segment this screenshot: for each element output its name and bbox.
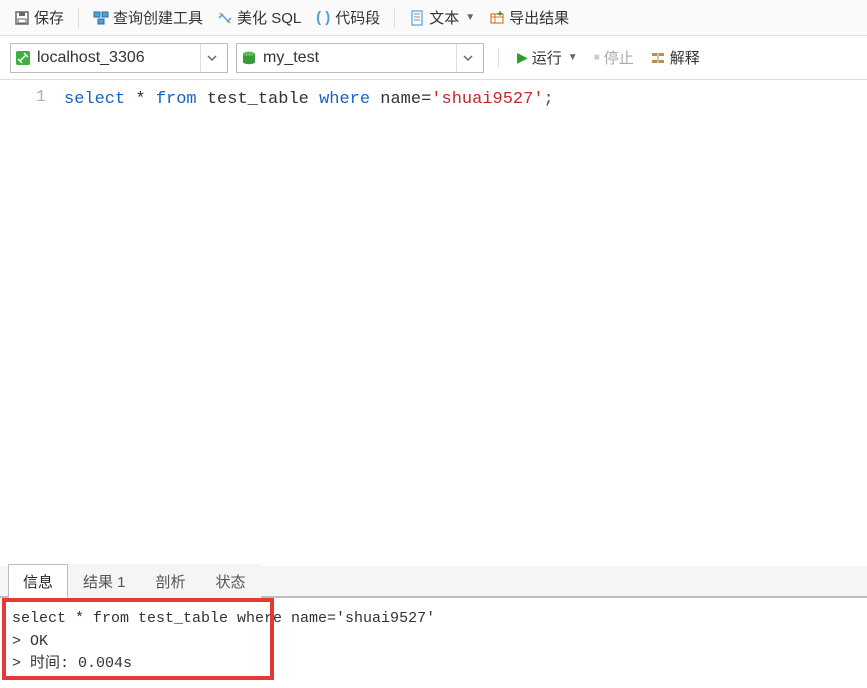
explain-icon	[650, 50, 666, 66]
separator	[78, 8, 79, 28]
save-label: 保存	[34, 7, 64, 28]
database-select[interactable]: my_test	[236, 43, 484, 73]
result-tabs: 信息 结果 1 剖析 状态	[0, 566, 867, 598]
code-content[interactable]: select * from test_table where name='shu…	[60, 80, 867, 566]
export-icon	[489, 10, 505, 26]
tab-result[interactable]: 结果 1	[68, 564, 141, 598]
stop-icon: ■	[594, 52, 600, 63]
beautify-sql-button[interactable]: 美化 SQL	[211, 4, 307, 31]
export-button[interactable]: 导出结果	[483, 4, 575, 31]
string-literal: 'shuai9527'	[431, 90, 543, 109]
stop-button: ■ 停止	[590, 44, 638, 71]
connection-value: localhost_3306	[37, 49, 194, 67]
connection-icon	[15, 50, 31, 66]
snippet-button[interactable]: ( ) 代码段	[309, 4, 386, 31]
run-button[interactable]: ▶ 运行 ▼	[513, 44, 582, 71]
database-icon	[241, 50, 257, 66]
connection-toolbar: localhost_3306 my_test ▶ 运行 ▼ ■ 停止 解释	[0, 36, 867, 80]
export-label: 导出结果	[509, 7, 569, 28]
separator	[394, 8, 395, 28]
output-pane: select * from test_table where name='shu…	[0, 598, 867, 688]
dropdown-caret-icon: ▼	[568, 52, 578, 63]
line-gutter: 1	[0, 80, 60, 566]
output-line: > OK	[12, 631, 855, 654]
tab-status[interactable]: 状态	[201, 564, 261, 598]
line-number: 1	[8, 88, 46, 107]
stop-label: 停止	[604, 47, 634, 68]
tab-profile[interactable]: 剖析	[141, 564, 201, 598]
explain-label: 解释	[670, 47, 700, 68]
separator	[498, 48, 499, 68]
database-value: my_test	[263, 49, 450, 67]
code-text: test_table	[197, 90, 319, 109]
code-text: ;	[544, 90, 554, 109]
keyword-where: where	[319, 90, 370, 109]
chevron-down-icon	[456, 44, 479, 72]
keyword-select: select	[64, 90, 125, 109]
snippet-label: 代码段	[335, 7, 380, 28]
text-label: 文本	[429, 7, 459, 28]
run-label: 运行	[532, 47, 562, 68]
code-text: *	[125, 90, 156, 109]
text-icon	[409, 10, 425, 26]
code-text: name=	[370, 90, 431, 109]
save-button[interactable]: 保存	[8, 4, 70, 31]
connection-select[interactable]: localhost_3306	[10, 43, 228, 73]
snippet-icon: ( )	[315, 10, 331, 26]
chevron-down-icon	[200, 44, 223, 72]
beautify-icon	[217, 10, 233, 26]
output-line: > 时间: 0.004s	[12, 653, 855, 676]
beautify-label: 美化 SQL	[237, 7, 301, 28]
sql-editor[interactable]: 1 select * from test_table where name='s…	[0, 80, 867, 566]
query-builder-icon	[93, 10, 109, 26]
keyword-from: from	[156, 90, 197, 109]
tab-info[interactable]: 信息	[8, 564, 68, 598]
query-builder-label: 查询创建工具	[113, 7, 203, 28]
text-button[interactable]: 文本 ▼	[403, 4, 481, 31]
output-line: select * from test_table where name='shu…	[12, 608, 855, 631]
query-builder-button[interactable]: 查询创建工具	[87, 4, 209, 31]
play-icon: ▶	[517, 49, 528, 66]
dropdown-caret-icon: ▼	[465, 12, 475, 23]
save-icon	[14, 10, 30, 26]
main-toolbar: 保存 查询创建工具 美化 SQL ( ) 代码段 文本 ▼ 导出结果	[0, 0, 867, 36]
explain-button[interactable]: 解释	[646, 44, 704, 71]
